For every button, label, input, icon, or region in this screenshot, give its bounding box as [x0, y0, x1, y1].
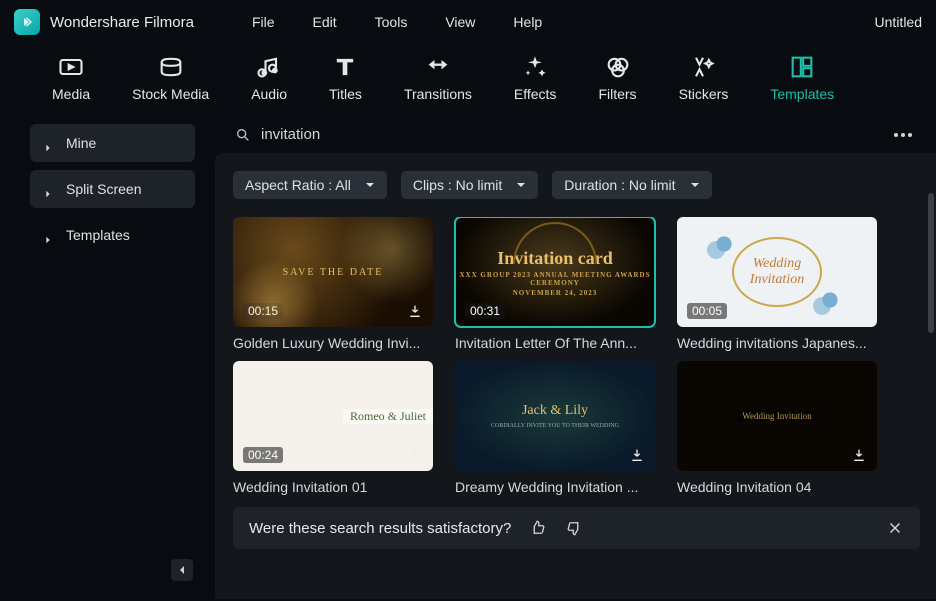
chevron-right-icon [44, 231, 52, 239]
template-thumbnail[interactable]: WeddingInvitation00:05 [677, 217, 877, 327]
chevron-down-icon [365, 180, 375, 190]
filter-duration[interactable]: Duration : No limit [552, 171, 711, 199]
title-bar: Wondershare Filmora File Edit Tools View… [0, 0, 936, 44]
feedback-bar: Were these search results satisfactory? [233, 507, 920, 549]
template-card[interactable]: SAVE THE DATE00:15 Golden Luxury Wedding… [233, 217, 433, 351]
template-thumbnail[interactable]: Jack & LilyCORDIALLY INVITE YOU TO THEIR… [455, 361, 655, 471]
duration-badge: 00:31 [465, 303, 505, 319]
close-feedback-button[interactable] [886, 519, 904, 537]
menu-edit[interactable]: Edit [313, 14, 337, 30]
template-card[interactable]: Romeo & Juliet00:24 Wedding Invitation 0… [233, 361, 433, 495]
collapse-sidebar-button[interactable] [171, 559, 193, 581]
download-icon[interactable] [627, 445, 647, 465]
menu-bar: File Edit Tools View Help [252, 14, 542, 30]
app-logo [14, 9, 40, 35]
filter-clips[interactable]: Clips : No limit [401, 171, 538, 199]
template-card[interactable]: Jack & LilyCORDIALLY INVITE YOU TO THEIR… [455, 361, 655, 495]
tab-filters[interactable]: Filters [598, 54, 636, 102]
download-icon[interactable] [849, 445, 869, 465]
chevron-right-icon [44, 185, 52, 193]
template-thumbnail[interactable]: Wedding Invitation [677, 361, 877, 471]
download-icon[interactable] [405, 445, 425, 465]
template-card[interactable]: Invitation cardXXX GROUP 2023 ANNUAL MEE… [455, 217, 655, 351]
chevron-right-icon [44, 139, 52, 147]
search-icon [235, 127, 251, 143]
more-options-button[interactable] [894, 133, 918, 137]
sidebar-item-mine[interactable]: Mine [30, 124, 195, 162]
template-thumbnail[interactable]: Romeo & Juliet00:24 [233, 361, 433, 471]
template-thumbnail[interactable]: SAVE THE DATE00:15 [233, 217, 433, 327]
template-label: Wedding Invitation 01 [233, 479, 433, 495]
sidebar-item-templates[interactable]: Templates [30, 216, 195, 254]
search-row [215, 116, 936, 153]
content-panel: Aspect Ratio : All Clips : No limit Dura… [215, 153, 936, 599]
template-label: Wedding invitations Japanes... [677, 335, 877, 351]
tab-templates[interactable]: Templates [770, 54, 834, 102]
template-grid: SAVE THE DATE00:15 Golden Luxury Wedding… [233, 217, 920, 495]
template-label: Golden Luxury Wedding Invi... [233, 335, 433, 351]
search-input[interactable] [261, 126, 884, 143]
menu-help[interactable]: Help [513, 14, 542, 30]
scrollbar[interactable] [928, 193, 934, 443]
download-icon[interactable] [405, 301, 425, 321]
thumbs-down-button[interactable] [565, 519, 583, 537]
download-icon[interactable] [849, 301, 869, 321]
filter-aspect-ratio[interactable]: Aspect Ratio : All [233, 171, 387, 199]
tab-stickers[interactable]: Stickers [679, 54, 729, 102]
tab-transitions[interactable]: Transitions [404, 54, 472, 102]
tab-media[interactable]: Media [52, 54, 90, 102]
feedback-question: Were these search results satisfactory? [249, 520, 511, 537]
tab-audio[interactable]: Audio [251, 54, 287, 102]
template-label: Dreamy Wedding Invitation ... [455, 479, 655, 495]
chevron-down-icon [690, 180, 700, 190]
menu-file[interactable]: File [252, 14, 275, 30]
duration-badge: 00:15 [243, 303, 283, 319]
template-thumbnail[interactable]: Invitation cardXXX GROUP 2023 ANNUAL MEE… [455, 217, 655, 327]
tab-stock-media[interactable]: Stock Media [132, 54, 209, 102]
duration-badge: 00:05 [687, 303, 727, 319]
category-toolbar: Media Stock Media Audio Titles Transitio… [0, 44, 936, 116]
tab-titles[interactable]: Titles [329, 54, 362, 102]
sidebar-item-split-screen[interactable]: Split Screen [30, 170, 195, 208]
chevron-down-icon [516, 180, 526, 190]
template-card[interactable]: Wedding Invitation Wedding Invitation 04 [677, 361, 877, 495]
template-label: Invitation Letter Of The Ann... [455, 335, 655, 351]
thumbs-up-button[interactable] [529, 519, 547, 537]
menu-view[interactable]: View [445, 14, 475, 30]
duration-badge: 00:24 [243, 447, 283, 463]
template-card[interactable]: WeddingInvitation00:05 Wedding invitatio… [677, 217, 877, 351]
template-label: Wedding Invitation 04 [677, 479, 877, 495]
document-name: Untitled [875, 14, 922, 30]
tab-effects[interactable]: Effects [514, 54, 557, 102]
sidebar: Mine Split Screen Templates [0, 116, 215, 599]
menu-tools[interactable]: Tools [375, 14, 408, 30]
app-title: Wondershare Filmora [50, 14, 194, 31]
